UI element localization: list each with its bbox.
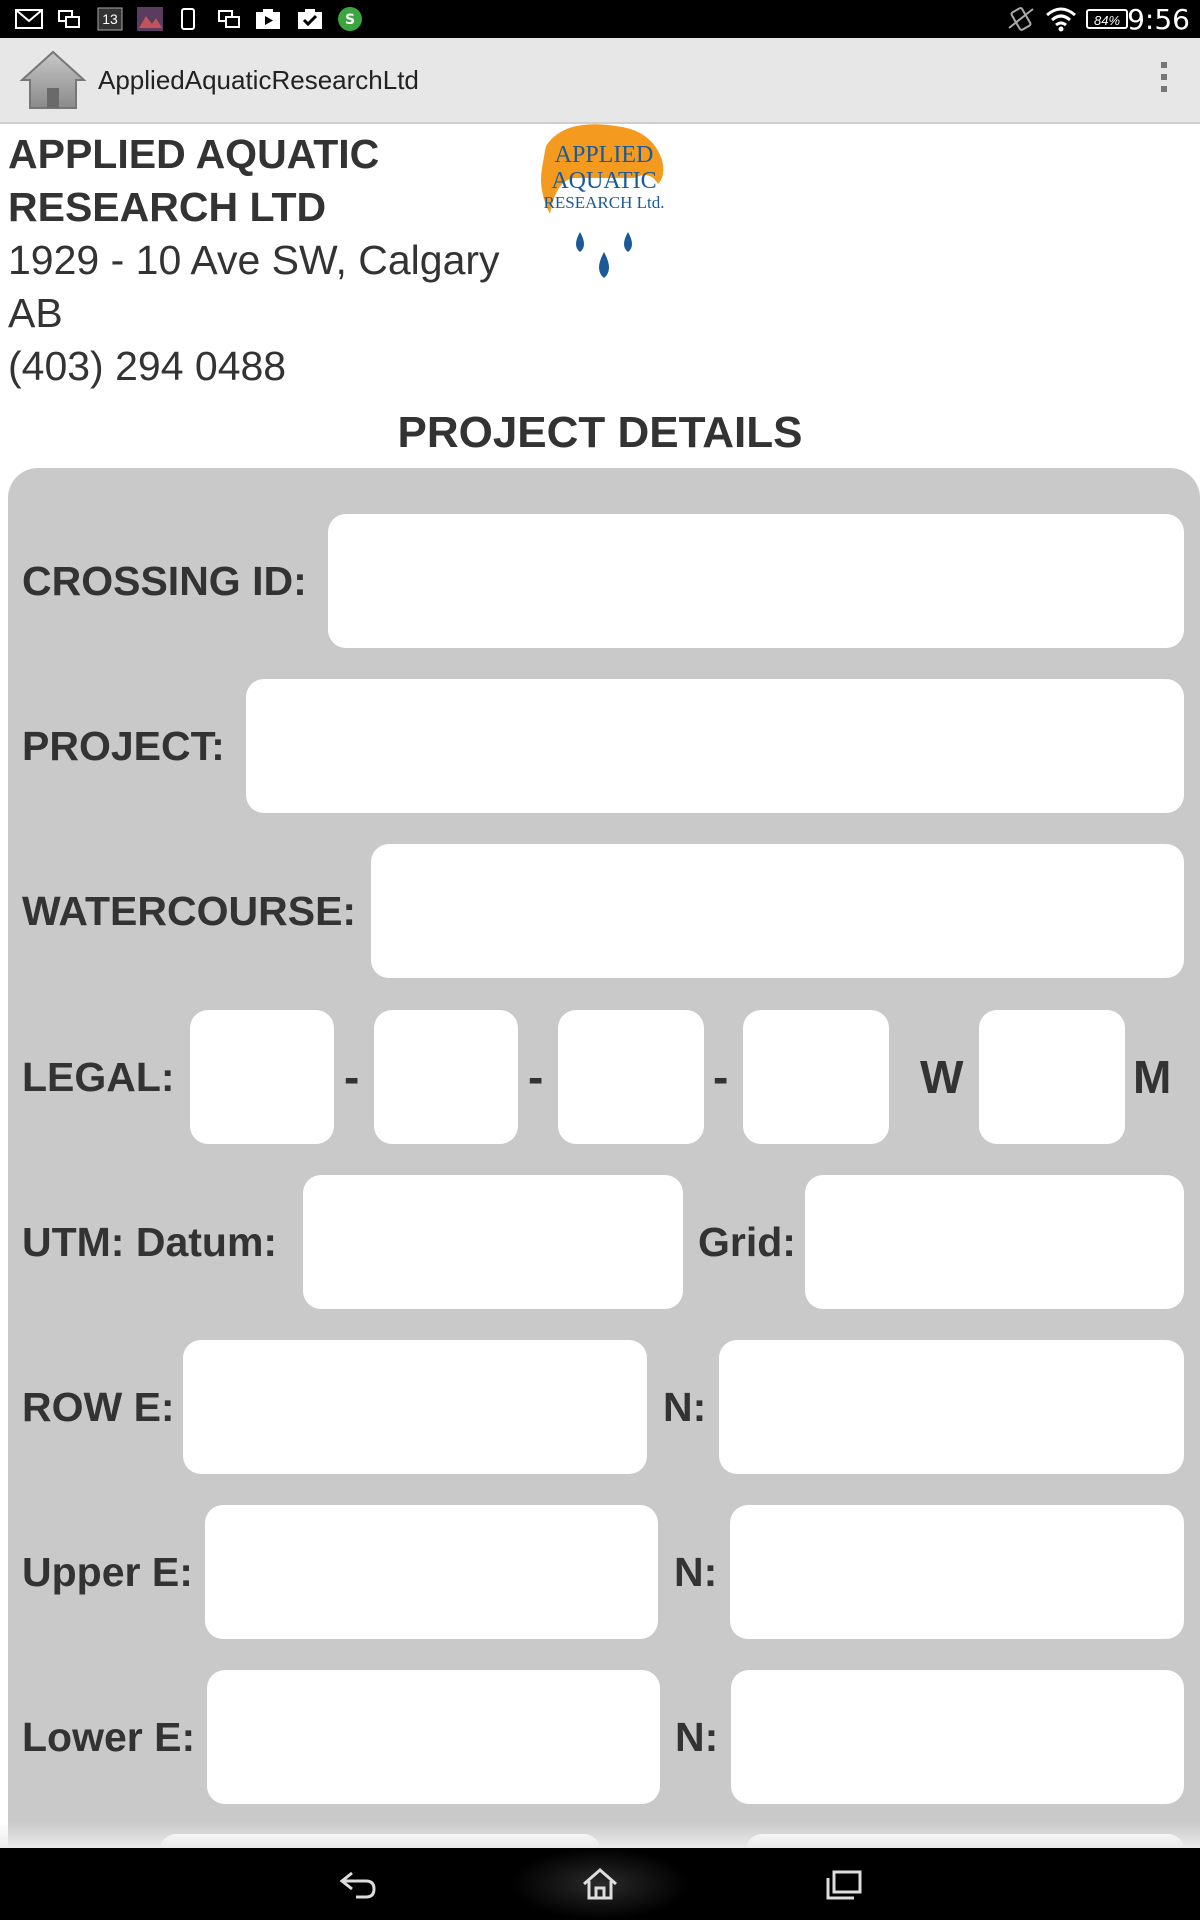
crossing-id-label: CROSSING ID: [22, 558, 307, 604]
calendar-13-icon: 13 [96, 7, 124, 31]
legal-m-label: M [1133, 1051, 1172, 1103]
gmail-icon [14, 7, 44, 31]
scroll-fade [0, 1822, 1200, 1848]
water-drop-icon [599, 252, 609, 278]
upper-e-input[interactable] [205, 1505, 658, 1639]
status-time: 9:56 [1127, 3, 1190, 36]
vibrate-icon [1006, 7, 1036, 31]
legal-separator: - [344, 1051, 360, 1103]
grid-input[interactable] [805, 1175, 1184, 1309]
project-details-form [8, 468, 1200, 1848]
youtube-icon [254, 7, 282, 31]
upper-e-label: Upper E: [22, 1549, 193, 1595]
project-input[interactable] [246, 679, 1184, 813]
watercourse-label: WATERCOURSE: [22, 888, 357, 934]
lower-n-input[interactable] [731, 1670, 1184, 1804]
lower-e-label: Lower E: [22, 1714, 196, 1760]
app-title: AppliedAquaticResearchLtd [98, 65, 419, 95]
legal-lsd-input[interactable] [190, 1010, 334, 1144]
status-bar: 13 S 84% 9:56 [0, 0, 1200, 38]
logo-text-line2: AQUATIC [551, 168, 656, 194]
utm-datum-input[interactable] [303, 1175, 683, 1309]
legal-label: LEGAL: [22, 1054, 175, 1100]
row-e-input[interactable] [183, 1340, 647, 1474]
utm-datum-label: UTM: Datum: [22, 1219, 278, 1265]
battery-icon: 84% [1086, 9, 1128, 29]
legal-w-label: W [920, 1051, 964, 1103]
phone-icon [178, 7, 198, 31]
navigation-bar [0, 1848, 1200, 1920]
logo-text-line1: APPLIED [555, 142, 654, 168]
home-icon[interactable] [18, 48, 88, 112]
row-e-label: ROW E: [22, 1384, 175, 1430]
svg-text:S: S [345, 12, 355, 28]
screens-icon [56, 7, 82, 31]
action-bar: AppliedAquaticResearchLtd [0, 38, 1200, 124]
row-n-label: N: [663, 1384, 707, 1430]
crossing-id-input[interactable] [328, 514, 1184, 648]
watercourse-input[interactable] [371, 844, 1184, 978]
water-drop-icon [624, 232, 632, 252]
legal-township-input[interactable] [558, 1010, 704, 1144]
section-title: PROJECT DETAILS [397, 408, 803, 457]
legal-section-input[interactable] [374, 1010, 518, 1144]
company-logo: APPLIED AQUATIC RESEARCH Ltd. [534, 120, 674, 286]
legal-meridian-input[interactable] [979, 1010, 1125, 1144]
company-address-line1: 1929 - 10 Ave SW, Calgary [8, 237, 500, 283]
wifi-icon [1044, 7, 1078, 32]
recents-icon[interactable] [814, 1862, 874, 1906]
photo-icon [136, 7, 164, 31]
company-address-line2: AB [8, 290, 63, 336]
upper-n-label: N: [674, 1549, 718, 1595]
overflow-menu-icon[interactable] [1154, 62, 1174, 98]
legal-separator: - [528, 1051, 544, 1103]
skype-icon: S [336, 7, 364, 31]
lower-e-input[interactable] [207, 1670, 660, 1804]
company-info: APPLIED AQUATIC RESEARCH LTD 1929 - 10 A… [8, 128, 548, 393]
row-n-input[interactable] [719, 1340, 1184, 1474]
company-name-line1: APPLIED AQUATIC [8, 131, 380, 177]
lower-n-label: N: [675, 1714, 719, 1760]
company-name-line2: RESEARCH LTD [8, 184, 327, 230]
grid-label: Grid: [698, 1219, 796, 1265]
legal-separator: - [713, 1051, 729, 1103]
upper-n-input[interactable] [730, 1505, 1184, 1639]
screens-icon [216, 7, 242, 31]
legal-range-input[interactable] [743, 1010, 889, 1144]
company-phone: (403) 294 0488 [8, 343, 287, 389]
project-label: PROJECT: [22, 723, 225, 769]
logo-text-line3: RESEARCH Ltd. [544, 193, 665, 212]
task-icon [296, 7, 324, 31]
nav-home-icon[interactable] [570, 1862, 630, 1906]
back-icon[interactable] [328, 1862, 388, 1906]
water-drop-icon [576, 232, 584, 252]
